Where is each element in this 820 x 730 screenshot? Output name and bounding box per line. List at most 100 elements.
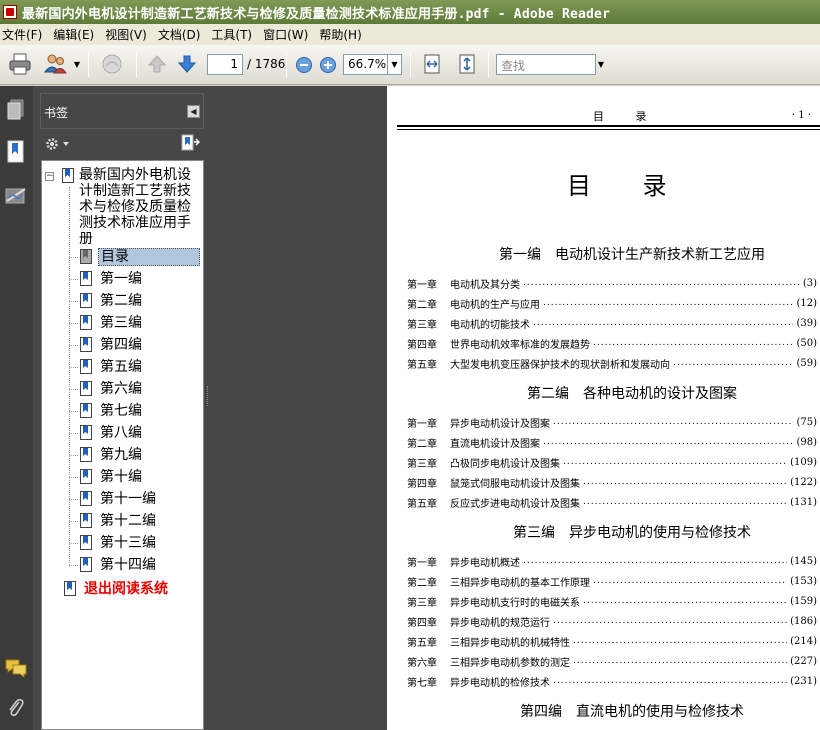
bookmark-item[interactable]: 第五编: [42, 357, 202, 377]
attachments-panel-button[interactable]: [3, 694, 29, 722]
menu-file[interactable]: 文件(F): [0, 26, 51, 43]
signature-icon: [5, 188, 26, 204]
bookmark-item[interactable]: 第七编: [42, 401, 202, 421]
options-button[interactable]: [44, 136, 72, 156]
previous-page-button[interactable]: [143, 50, 171, 78]
chapter-page: (75): [796, 416, 817, 428]
bookmark-item[interactable]: 第十三编: [42, 533, 202, 553]
bookmark-item[interactable]: 第三编: [42, 313, 202, 333]
toc-entry[interactable]: 第七章 异步电动机的检修技术...........................…: [407, 674, 817, 689]
sign-button[interactable]: [98, 50, 126, 78]
page-number-input[interactable]: 1: [207, 54, 243, 75]
toc-entry[interactable]: 第二章 三相异步电动机的基本工作原理.......................…: [407, 574, 817, 589]
chapter-number: 第五章: [407, 637, 437, 649]
menu-window[interactable]: 窗口(W): [261, 26, 317, 43]
toc-entry[interactable]: 第二章 电动机的生产与应用............................…: [407, 296, 817, 311]
menu-document[interactable]: 文档(D): [156, 26, 210, 43]
menu-edit[interactable]: 编辑(E): [51, 26, 103, 43]
toc-entry[interactable]: 第一章 电动机及其分类..............................…: [407, 276, 817, 291]
chapter-title: 反应式步进电动机设计及图集: [450, 498, 580, 510]
bookmark-item[interactable]: 第十编: [42, 467, 202, 487]
bookmark-icon: [80, 337, 92, 352]
zoom-input[interactable]: 66.7%: [343, 54, 388, 75]
leader-dots: ........................................…: [583, 596, 787, 606]
bookmark-item[interactable]: 第四编: [42, 335, 202, 355]
part-heading: 第四编 直流电机的使用与检修技术: [520, 704, 744, 720]
document-view[interactable]: 目 录 · 1 · 目 录 第一编 电动机设计生产新技术新工艺应用 第一章 电动机及…: [210, 86, 820, 730]
chapter-page: (122): [790, 476, 817, 488]
tree-connector: [69, 499, 78, 500]
bookmark-item[interactable]: 第十一编: [42, 489, 202, 509]
toc-entry[interactable]: 第四章 鼠笼式伺服电动机设计及图集........................…: [407, 475, 817, 490]
print-button[interactable]: [6, 50, 34, 78]
toc-entry[interactable]: 第一章 异步电动机设计及图案...........................…: [407, 415, 817, 430]
bookmarks-panel-header: 书签 ◀: [40, 93, 204, 129]
toolbar-separator: [410, 53, 411, 77]
bookmarks-tree: − 最新国内外电机设计制造新工艺新技术与检修及质量检测技术标准应用手册 目录 第一…: [41, 160, 204, 730]
title-bar: 最新国内外电机设计制造新工艺新技术与检修及质量检测技术标准应用手册.pdf - …: [0, 0, 820, 24]
toc-entry[interactable]: 第六章 三相异步电动机参数的测定.........................…: [407, 654, 817, 669]
bookmark-label: 第十一编: [100, 491, 156, 507]
chapter-page: (50): [796, 337, 817, 349]
fit-page-button[interactable]: [453, 50, 481, 78]
toc-entry[interactable]: 第四章 异步电动机的规范运行...........................…: [407, 614, 817, 629]
chapter-page: (214): [790, 635, 817, 647]
gear-icon: [46, 138, 69, 150]
bookmark-exit[interactable]: 退出阅读系统: [42, 579, 202, 599]
expand-bookmark-button[interactable]: [180, 134, 201, 156]
bookmark-icon: [80, 491, 92, 506]
toc-entry[interactable]: 第三章 异步电动机支行时的电磁关系........................…: [407, 594, 817, 609]
chapter-title: 三相异步电动机参数的测定: [450, 657, 570, 669]
tree-connector: [69, 455, 78, 456]
toc-entry[interactable]: 第三章 凸极同步电机设计及图集..........................…: [407, 455, 817, 470]
toc-entry[interactable]: 第一章 异步电动机概述..............................…: [407, 554, 817, 569]
zoom-in-button[interactable]: [314, 51, 342, 79]
bookmark-icon: [80, 535, 92, 550]
bookmark-item[interactable]: 第二编: [42, 291, 202, 311]
bookmarks-panel-button[interactable]: [3, 138, 29, 166]
collapse-panel-button[interactable]: ◀: [187, 105, 200, 118]
bookmark-item[interactable]: 第十二编: [42, 511, 202, 531]
toc-entry[interactable]: 第五章 三相异步电动机的机械特性.........................…: [407, 634, 817, 649]
chapter-number: 第二章: [407, 299, 437, 311]
bookmarks-toolbar: [40, 130, 204, 160]
collaborate-button[interactable]: [42, 50, 70, 78]
menu-tools[interactable]: 工具(T): [209, 26, 261, 43]
bookmark-item[interactable]: 第十四编: [42, 555, 202, 575]
toc-entry[interactable]: 第五章 大型发电机变压器保护技术的现状剖析和发展动向...............…: [407, 356, 817, 371]
signatures-panel-button[interactable]: [3, 182, 29, 210]
search-dropdown[interactable]: ▼: [594, 54, 608, 75]
zoom-dropdown[interactable]: ▼: [388, 54, 402, 75]
adobe-reader-icon: [3, 5, 17, 19]
toc-entry[interactable]: 第四章 世界电动机效率标准的发展趋势.......................…: [407, 336, 817, 351]
next-page-button[interactable]: [173, 50, 201, 78]
collaborate-dropdown[interactable]: ▼: [70, 54, 84, 75]
users-icon: [44, 54, 67, 74]
part-heading: 第三编 异步电动机的使用与检修技术: [513, 525, 751, 541]
chapter-page: (59): [796, 357, 817, 369]
pages-panel-button[interactable]: [3, 96, 29, 124]
printer-icon: [9, 53, 31, 75]
toc-entry[interactable]: 第二章 直流电机设计及图案............................…: [407, 435, 817, 450]
toc-entry[interactable]: 第五章 反应式步进电动机设计及图集........................…: [407, 495, 817, 510]
menu-view[interactable]: 视图(V): [103, 26, 156, 43]
bookmark-icon: [80, 403, 92, 418]
search-input[interactable]: 查找: [496, 54, 596, 75]
bookmark-item[interactable]: 目录: [42, 247, 202, 267]
chapter-title: 三相异步电动机的基本工作原理: [450, 577, 590, 589]
leader-dots: ........................................…: [533, 318, 793, 328]
bookmark-item[interactable]: 第八编: [42, 423, 202, 443]
bookmark-item[interactable]: 第一编: [42, 269, 202, 289]
pages-icon: [7, 99, 24, 120]
toolbar-separator: [286, 53, 287, 77]
toc-entry[interactable]: 第三章 电动机的切能技术.............................…: [407, 316, 817, 331]
bookmark-item[interactable]: 第九编: [42, 445, 202, 465]
menu-help[interactable]: 帮助(H): [317, 26, 370, 43]
collapse-toggle[interactable]: −: [45, 172, 54, 181]
comments-panel-button[interactable]: [3, 654, 29, 682]
chapter-page: (3): [802, 277, 817, 289]
fit-width-button[interactable]: [418, 50, 446, 78]
chapter-title: 世界电动机效率标准的发展趋势: [450, 339, 590, 351]
leader-dots: ........................................…: [673, 358, 793, 368]
bookmark-item[interactable]: 第六编: [42, 379, 202, 399]
